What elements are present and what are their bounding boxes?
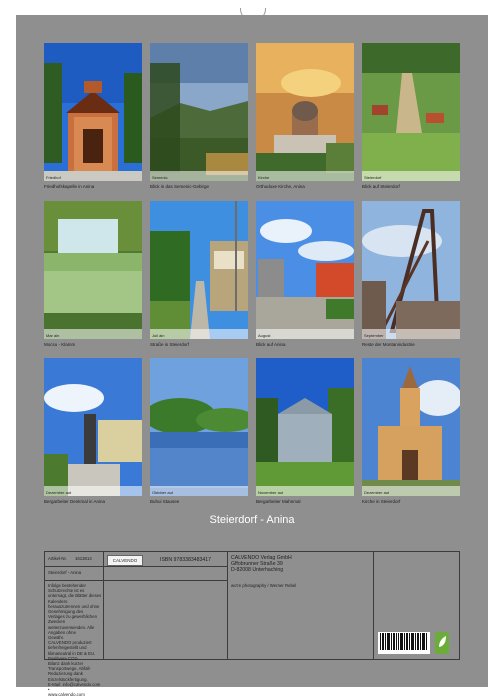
photo-mocsu-klamm: Mar ain <box>44 201 142 339</box>
photo-tag: Steierdorf <box>364 175 382 180</box>
article-label: Artikel-Nr. <box>48 556 67 561</box>
photographer: wo're photography / Werner Rebel <box>231 583 297 588</box>
photo-street-steierdorf: Juli ain <box>150 201 248 339</box>
isbn: ISBN 9783383483417 <box>160 557 212 563</box>
photo-tag: Semenic <box>152 175 168 180</box>
photo-caption: Bergarbeiter Denkmal in Anina <box>44 499 106 504</box>
memorial-image <box>256 358 354 496</box>
photo-buhui-lake: Oktober aut <box>150 358 248 496</box>
photo-caption: Bergarbeiter Mahnmal <box>256 499 301 504</box>
headframe-image <box>362 201 460 339</box>
mountain-image <box>150 43 248 181</box>
calendar-title: Steierdorf - Anina <box>209 514 295 526</box>
photo-caption: Straße in Steierdorf <box>150 342 190 347</box>
photo-caption: Blick in das Semenic-Gebirge <box>150 184 210 189</box>
village-image <box>362 43 460 181</box>
article-number: 1613814 <box>75 556 92 561</box>
photo-steierdorf-view: Steierdorf <box>362 43 460 181</box>
legal-notice: Infolge bestehender Schutzrechte ist es … <box>48 583 102 698</box>
publisher-address: CALVENDO Verlag GmbH Gffobrunner Straße … <box>231 555 292 573</box>
photo-caption: Friedhofskapelle in Anina <box>44 184 95 189</box>
photo-anina-view: August <box>256 201 354 339</box>
photo-caption: Kirche in Steierdorf <box>362 499 401 504</box>
church-tower-image <box>362 358 460 496</box>
photo-caption: Reste der Montanindustrie <box>362 342 415 347</box>
monument-image <box>44 358 142 496</box>
product-info-box: Artikel-Nr. 1613814 CALVENDO ISBN 978338… <box>44 551 460 697</box>
photo-caption: Buhui Stausee <box>150 499 180 504</box>
photo-friedhofskapelle: Friedhof <box>44 43 142 181</box>
calendar-name: Steierdorf - Anina <box>48 570 82 575</box>
photo-miners-memorial: November aut <box>256 358 354 496</box>
photo-caption: Blick auf Steierdorf <box>362 184 400 189</box>
leaf-icon <box>435 632 449 654</box>
lake-image <box>150 358 248 496</box>
photo-tag: Kirche <box>258 175 270 180</box>
photo-tag: November aut <box>258 490 284 495</box>
publisher-line: D-82008 Unterhaching <box>231 567 284 573</box>
photo-tag: Juli ain <box>152 333 165 338</box>
barcode-icon <box>378 632 430 654</box>
photo-tag: August <box>258 333 271 338</box>
chapel-image <box>44 43 142 181</box>
photo-mining-remains: September <box>362 201 460 339</box>
photo-caption: Mocsu - Klamm <box>44 342 76 347</box>
street-image <box>150 201 248 339</box>
photo-caption: Orthodoxe Kirche, Anina <box>256 184 305 189</box>
photo-tag: Dezember aut <box>46 490 72 495</box>
photo-tag: Friedhof <box>46 175 61 180</box>
photo-tag: Dezember aut <box>364 490 390 495</box>
photo-tag: Oktober aut <box>152 490 173 495</box>
photo-tag: Mar ain <box>46 333 60 338</box>
photo-semenic: Semenic <box>150 43 248 181</box>
photo-miner-monument: Dezember aut <box>44 358 142 496</box>
waterfall-image <box>44 201 142 339</box>
town-image <box>256 201 354 339</box>
photo-church-steierdorf: Dezember aut <box>362 358 460 496</box>
photo-tag: September <box>364 333 384 338</box>
church-image <box>256 43 354 181</box>
photo-orthodox-church: Kirche <box>256 43 354 181</box>
photo-caption: Blick auf Anina <box>256 342 286 347</box>
calvendo-logo: CALVENDO <box>107 555 143 566</box>
